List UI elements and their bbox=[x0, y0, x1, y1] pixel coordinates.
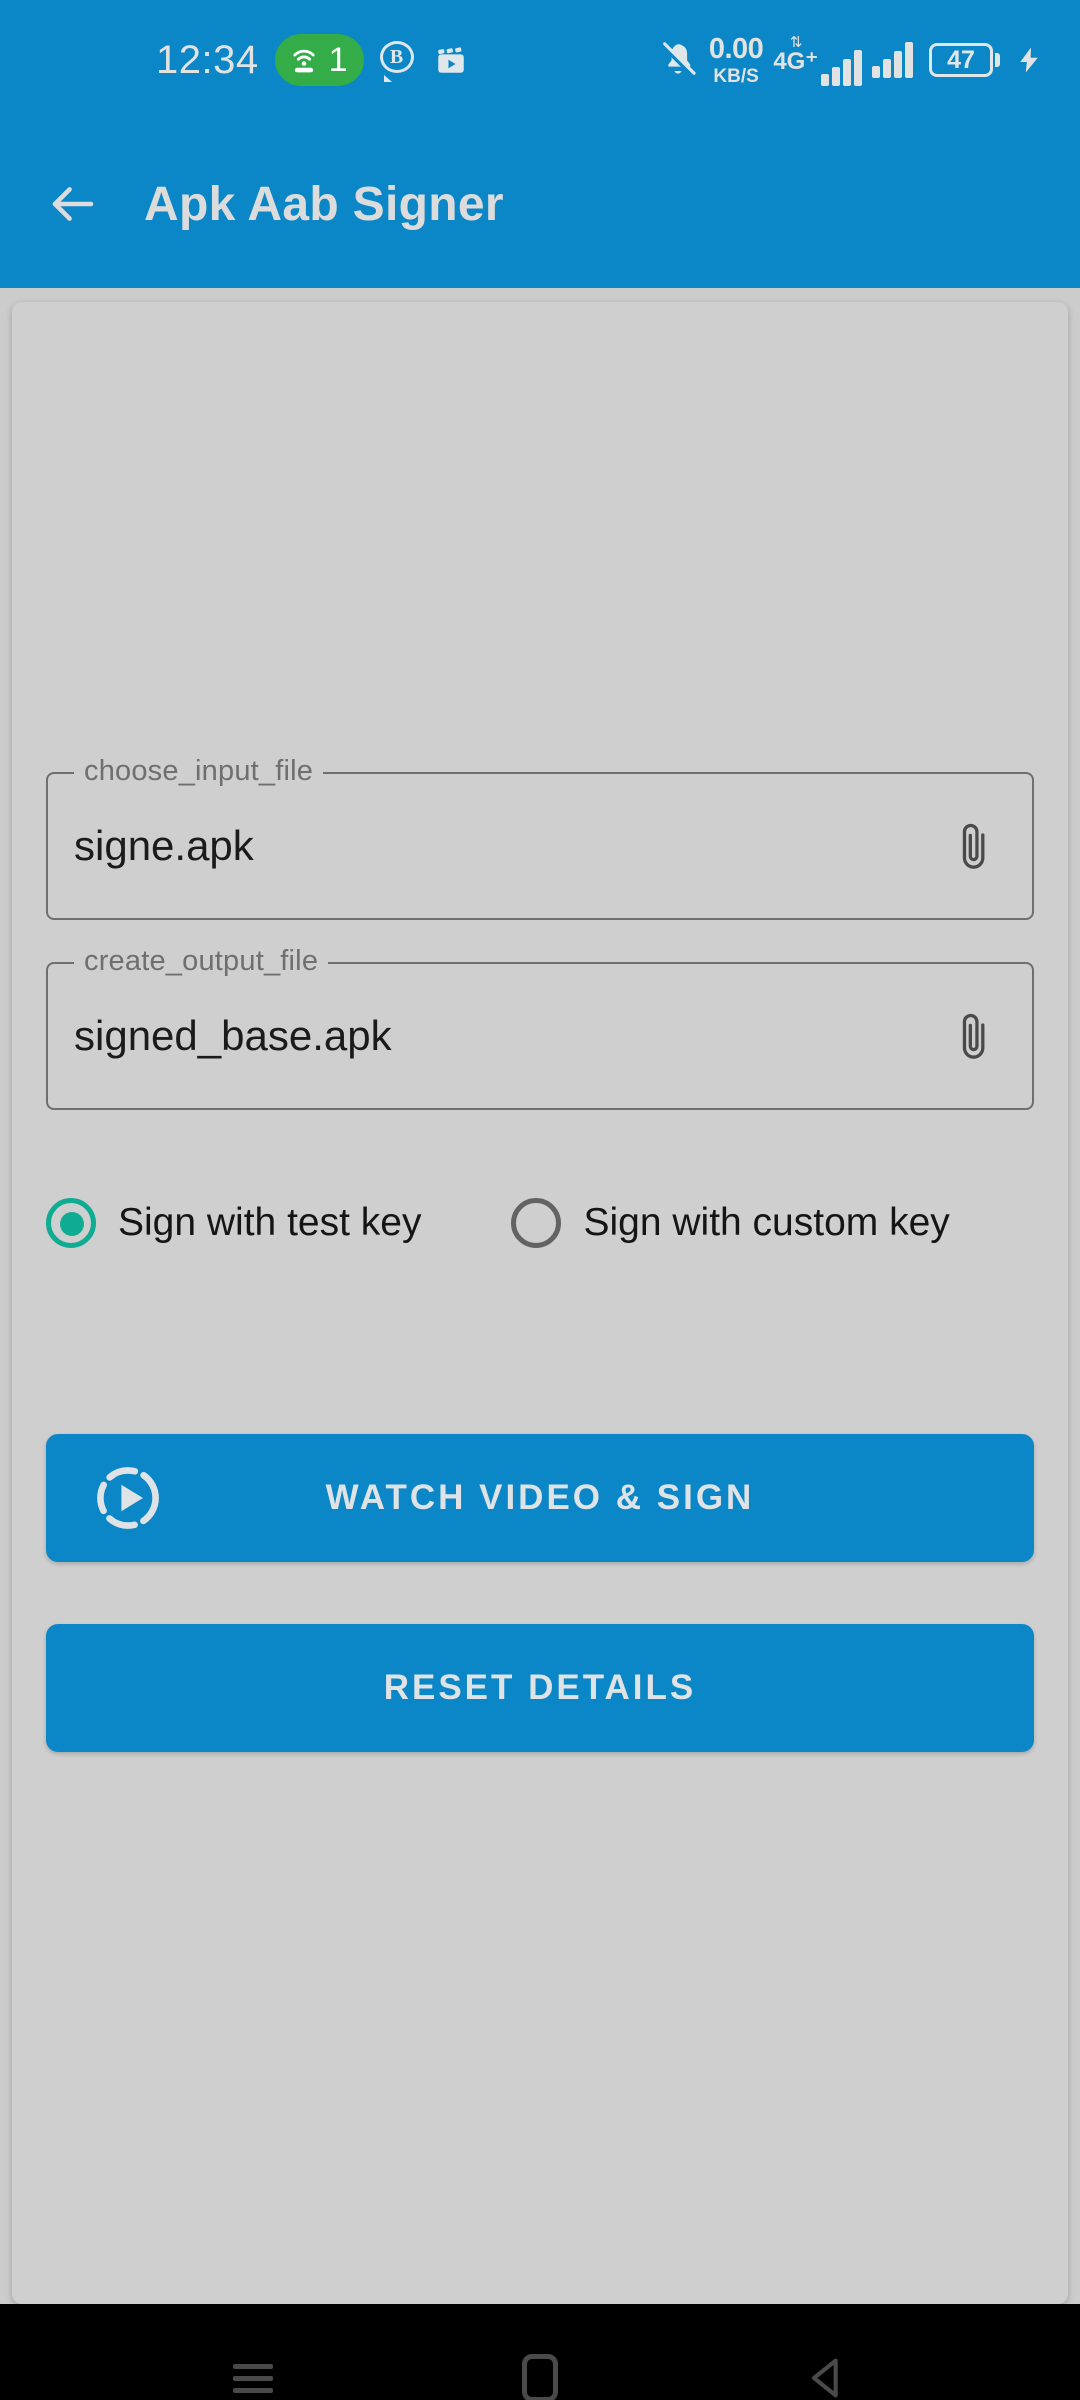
radio-custom-key-label: Sign with custom key bbox=[583, 1201, 950, 1244]
back-triangle-icon bbox=[811, 2358, 838, 2398]
chat-bubble-b-icon: B bbox=[379, 41, 418, 82]
content-area: choose_input_file signe.apk create_outpu… bbox=[0, 288, 1080, 2304]
video-clip-icon bbox=[434, 43, 468, 77]
watch-video-and-sign-label: WATCH VIDEO & SIGN bbox=[325, 1478, 755, 1517]
create-output-file-label: create_output_file bbox=[74, 945, 329, 978]
choose-input-file-value: signe.apk bbox=[74, 822, 254, 869]
choose-input-file-field[interactable]: choose_input_file signe.apk bbox=[46, 755, 1034, 920]
network-indicator: ⇅ 4G⁺ bbox=[773, 35, 862, 86]
status-bar-left: 12:34 1 B bbox=[156, 34, 468, 86]
hotspot-count: 1 bbox=[328, 40, 348, 79]
app-bar: Apk Aab Signer bbox=[0, 120, 1080, 288]
radio-custom-key-indicator[interactable] bbox=[511, 1198, 562, 1248]
signal-bars-sim1-icon bbox=[821, 49, 862, 86]
watch-video-and-sign-button[interactable]: WATCH VIDEO & SIGN bbox=[46, 1434, 1034, 1562]
reset-details-label: RESET DETAILS bbox=[383, 1668, 697, 1707]
home-square-icon bbox=[521, 2354, 558, 2400]
signing-key-radio-group: Sign with test key Sign with custom key bbox=[46, 1198, 1034, 1248]
nav-home-button[interactable] bbox=[480, 2318, 600, 2400]
battery-level: 47 bbox=[929, 43, 993, 77]
radio-test-key-indicator[interactable] bbox=[46, 1198, 96, 1248]
nav-recents-button[interactable] bbox=[193, 2318, 313, 2400]
radio-option-test-key[interactable]: Sign with test key bbox=[46, 1198, 421, 1248]
create-output-file-attach-button[interactable] bbox=[942, 998, 1006, 1074]
signal-bars-sim2-icon bbox=[872, 42, 913, 78]
radio-option-custom-key[interactable]: Sign with custom key bbox=[511, 1198, 950, 1248]
data-rate-unit: KB/S bbox=[713, 65, 759, 87]
battery-indicator: 47 bbox=[929, 43, 1000, 77]
reset-details-button[interactable]: RESET DETAILS bbox=[46, 1624, 1034, 1752]
choose-input-file-label: choose_input_file bbox=[74, 755, 324, 788]
paperclip-icon bbox=[962, 1013, 985, 1059]
android-nav-bar bbox=[0, 2304, 1080, 2400]
bell-muted-icon bbox=[660, 42, 696, 78]
status-bar: 12:34 1 B 0.00 KB/S ⇅ 4G⁺ 47 bbox=[0, 0, 1080, 120]
network-type: 4G⁺ bbox=[773, 47, 818, 75]
page-title: Apk Aab Signer bbox=[144, 177, 504, 231]
form-card: choose_input_file signe.apk create_outpu… bbox=[12, 302, 1068, 2304]
status-bar-right: 0.00 KB/S ⇅ 4G⁺ 47 bbox=[657, 32, 1044, 87]
battery-nub-icon bbox=[995, 53, 1000, 67]
menu-recents-icon bbox=[233, 2357, 274, 2400]
data-rate-value: 0.00 bbox=[708, 32, 764, 65]
choose-input-file-attach-button[interactable] bbox=[942, 808, 1006, 884]
hotspot-indicator: 1 bbox=[274, 34, 364, 86]
play-circle-dashed-icon bbox=[90, 1460, 166, 1536]
lightning-bolt-icon bbox=[1020, 47, 1038, 73]
create-output-file-value: signed_base.apk bbox=[74, 1012, 392, 1059]
paperclip-icon bbox=[962, 823, 985, 869]
network-label: ⇅ 4G⁺ bbox=[773, 35, 818, 74]
radio-test-key-label: Sign with test key bbox=[118, 1201, 422, 1244]
top-spacer bbox=[46, 302, 1034, 772]
nav-back-button[interactable] bbox=[767, 2318, 887, 2400]
wifi-hotspot-icon bbox=[292, 49, 315, 73]
status-clock: 12:34 bbox=[156, 37, 259, 82]
back-arrow-icon[interactable] bbox=[46, 177, 100, 231]
data-rate-indicator: 0.00 KB/S bbox=[708, 32, 764, 87]
create-output-file-field[interactable]: create_output_file signed_base.apk bbox=[46, 945, 1034, 1110]
phone-screen: 12:34 1 B 0.00 KB/S ⇅ 4G⁺ 47 Apk Aab Sig… bbox=[0, 0, 1080, 2400]
